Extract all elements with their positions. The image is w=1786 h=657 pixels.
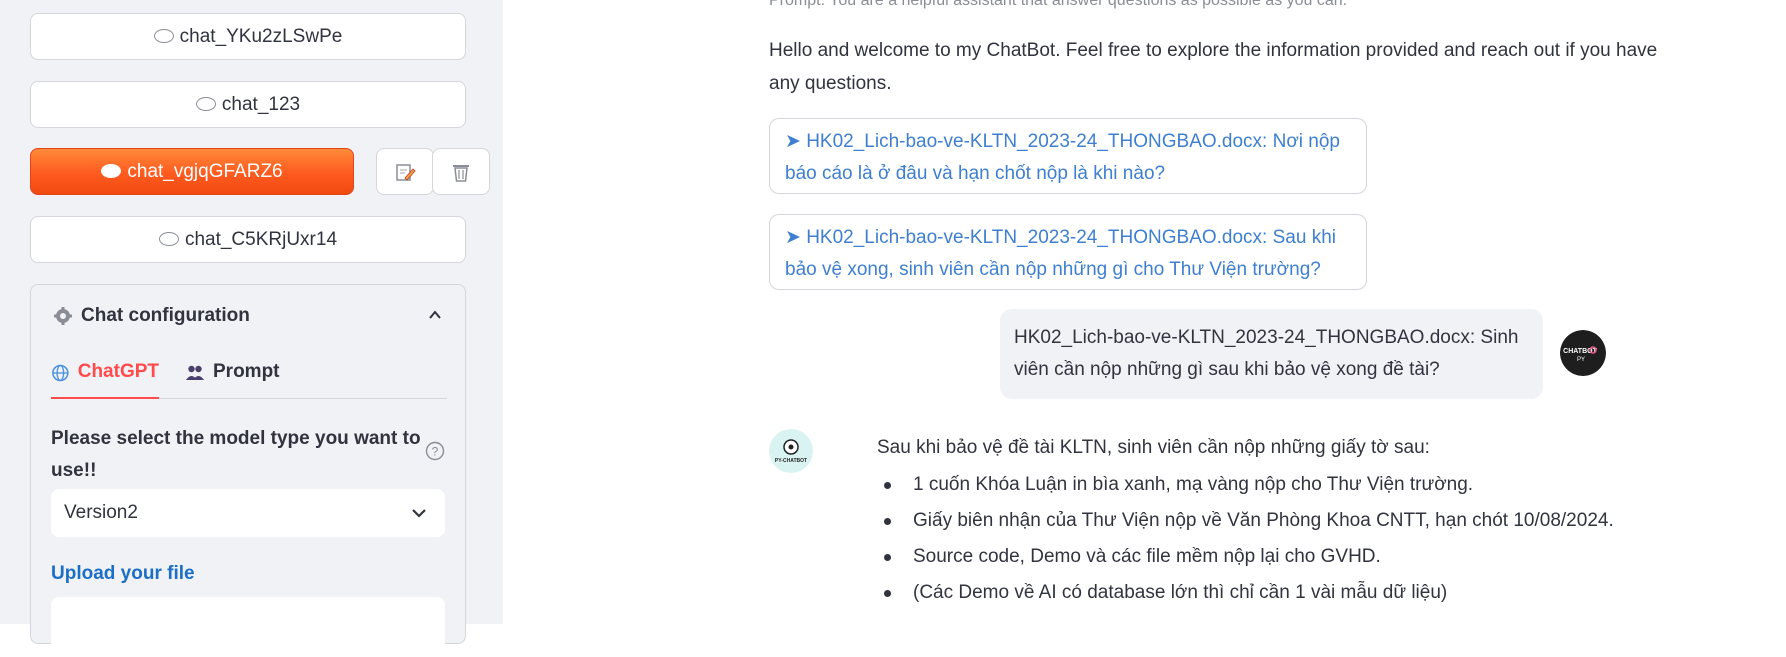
chat-item-label: chat_vgjqGFARZ6 <box>127 160 283 182</box>
welcome-message: Hello and welcome to my ChatBot. Feel fr… <box>769 40 1658 94</box>
chat-item-label: chat_123 <box>221 93 301 115</box>
chat-main: Prompt: You are a helpful assistant that… <box>503 0 1786 624</box>
bot-message-intro: Sau khi bảo vệ đề tài KLTN, sinh viên cầ… <box>877 437 1430 458</box>
tab-prompt[interactable]: Prompt <box>185 361 280 399</box>
tab-label: Prompt <box>213 361 280 382</box>
edit-icon <box>396 163 416 181</box>
chat-item-active[interactable]: chat_vgjqGFARZ6 <box>30 148 354 195</box>
suggestion-button-2[interactable]: ➤ HK02_Lich-bao-ve-KLTN_2023-24_THONGBAO… <box>769 214 1367 290</box>
chevron-up-icon[interactable] <box>429 309 441 321</box>
config-tabs: ChatGPT Prompt <box>51 361 447 399</box>
bot-avatar: PY-CHATBOT <box>769 429 813 473</box>
model-select-label: Please select the model type you want to… <box>51 428 421 481</box>
trash-icon <box>453 164 469 182</box>
user-message: HK02_Lich-bao-ve-KLTN_2023-24_THONGBAO.d… <box>1000 309 1543 399</box>
list-item: 1 cuốn Khóa Luận in bìa xanh, mạ vàng nộ… <box>877 467 1697 503</box>
sidebar: chat_YKu2zLSwPe chat_123 chat_vgjqGFARZ6… <box>0 0 503 657</box>
bot-message: Sau khi bảo vệ đề tài KLTN, sinh viên cầ… <box>877 432 1697 611</box>
user-avatar: CHATBOT PY <box>1560 330 1606 376</box>
gear-icon <box>54 307 72 325</box>
chevron-down-icon <box>412 509 426 518</box>
chat-bubble-icon <box>158 231 179 246</box>
tab-chatgpt[interactable]: ChatGPT <box>51 361 159 399</box>
chat-bubble-icon <box>153 28 174 43</box>
bot-message-list: 1 cuốn Khóa Luận in bìa xanh, mạ vàng nộ… <box>877 467 1697 611</box>
list-item: Source code, Demo và các file mềm nộp lạ… <box>877 539 1697 575</box>
rename-chat-button[interactable] <box>376 148 434 195</box>
globe-icon <box>52 364 69 382</box>
file-uploader[interactable] <box>51 597 445 657</box>
chat-item-label: chat_YKu2zLSwPe <box>179 25 343 47</box>
suggestion-button-1[interactable]: ➤ HK02_Lich-bao-ve-KLTN_2023-24_THONGBAO… <box>769 118 1367 194</box>
upload-label: Upload your file <box>51 563 195 584</box>
model-select-value: Version2 <box>64 502 138 523</box>
list-item: Giấy biên nhận của Thư Viện nộp về Văn P… <box>877 503 1697 539</box>
svg-text:?: ? <box>432 445 439 459</box>
tab-label: ChatGPT <box>77 361 159 382</box>
chat-item-4[interactable]: chat_C5KRjUxr14 <box>30 216 466 263</box>
delete-chat-button[interactable] <box>432 148 490 195</box>
svg-text:CHATBOT: CHATBOT <box>1563 348 1597 355</box>
chat-item-label: chat_C5KRjUxr14 <box>184 228 338 250</box>
list-item: (Các Demo về AI có database lớn thì chỉ … <box>877 575 1697 611</box>
chat-item-2[interactable]: chat_123 <box>30 81 466 128</box>
model-select[interactable]: Version2 <box>51 489 445 537</box>
users-icon <box>186 365 204 380</box>
config-title: Chat configuration <box>81 305 250 326</box>
config-header[interactable]: Chat configuration <box>53 305 250 327</box>
chat-item-1[interactable]: chat_YKu2zLSwPe <box>30 13 466 60</box>
svg-text:PY: PY <box>1577 357 1585 363</box>
chat-bubble-icon <box>101 163 122 178</box>
chat-bubble-icon <box>195 96 216 111</box>
system-prompt-text: Prompt: You are a helpful assistant that… <box>769 0 1348 9</box>
help-icon[interactable]: ? <box>425 441 445 461</box>
svg-text:PY-CHATBOT: PY-CHATBOT <box>775 458 807 464</box>
chat-configuration-panel: Chat configuration ChatGPT Prompt Please… <box>30 284 466 657</box>
